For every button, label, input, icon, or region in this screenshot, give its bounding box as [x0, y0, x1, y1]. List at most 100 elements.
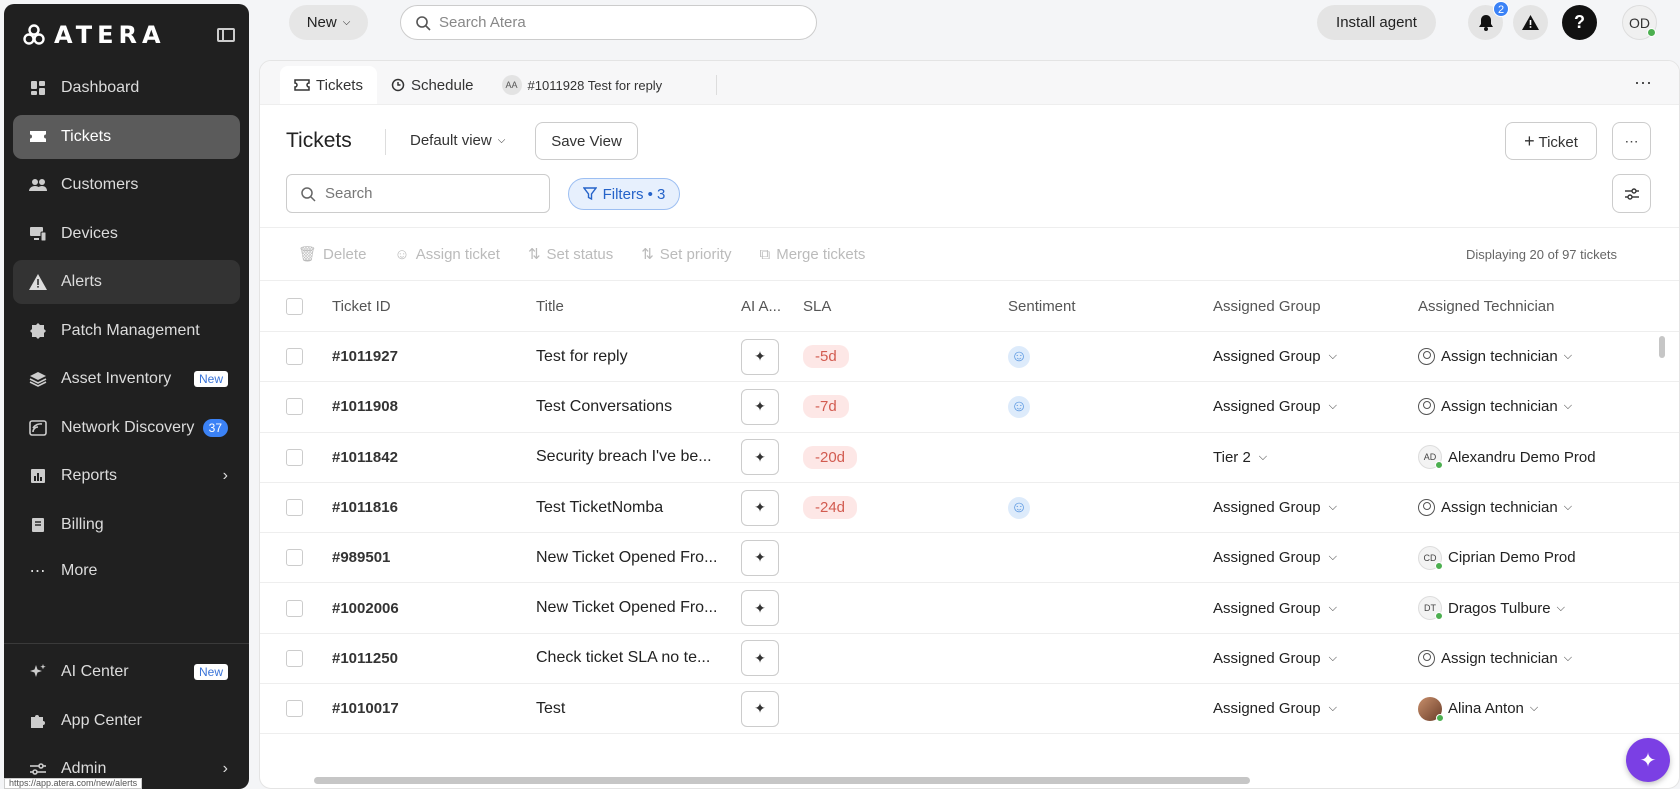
table-row[interactable]: #1002006 New Ticket Opened Fro... ✦ Assigne… — [260, 583, 1679, 634]
ai-assist-button[interactable]: ✦ — [741, 539, 779, 576]
row-checkbox[interactable] — [286, 649, 303, 667]
ticket-id[interactable]: #1011927 — [332, 332, 512, 381]
sidebar-item-app-center[interactable]: App Center — [13, 699, 240, 743]
tabs-more-icon[interactable]: ⋯ — [1634, 73, 1653, 94]
horizontal-scrollbar[interactable] — [314, 777, 1250, 784]
sidebar-item-alerts[interactable]: Alerts — [13, 260, 240, 304]
filters-chip[interactable]: Filters • 3 — [568, 178, 680, 210]
assigned-group-dropdown[interactable]: Assigned Group ⌵ — [1213, 382, 1413, 431]
tab-schedule[interactable]: Schedule — [377, 66, 488, 104]
ai-assist-button[interactable]: ✦ — [741, 690, 779, 727]
ticket-title[interactable]: New Ticket Opened Fro... — [536, 533, 726, 582]
column-header-assigned-group[interactable]: Assigned Group — [1213, 282, 1413, 331]
table-row[interactable]: #1011927 Test for reply ✦ -5d ☺ Assigned Grou… — [260, 332, 1679, 383]
table-row[interactable]: #1011908 Test Conversations ✦ -7d ☺ Assigned … — [260, 382, 1679, 433]
ticket-search-input[interactable] — [325, 185, 525, 202]
assigned-group-dropdown[interactable]: Assigned Group ⌵ — [1213, 332, 1413, 381]
view-selector[interactable]: Default view ⌵ — [410, 132, 505, 149]
ticket-title[interactable]: Test — [536, 684, 726, 733]
ticket-id[interactable]: #1010017 — [332, 684, 512, 733]
global-search-input[interactable] — [439, 14, 799, 31]
column-header-title[interactable]: Title — [536, 282, 726, 331]
tab-ticket-1011928[interactable]: AA #1011928 Test for reply — [488, 66, 677, 104]
ticket-id[interactable]: #1011250 — [332, 634, 512, 683]
ai-assistant-button[interactable]: ✦ — [1626, 738, 1670, 782]
ticket-title[interactable]: Test Conversations — [536, 382, 726, 431]
table-row[interactable]: #1010017 Test ✦ Assigned Group ⌵ Alina Anton ⌵ — [260, 684, 1679, 735]
ticket-title[interactable]: Test TicketNomba — [536, 483, 726, 532]
add-ticket-button[interactable]: + Ticket — [1505, 122, 1597, 160]
assigned-technician-dropdown[interactable]: Assign technician ⌵ — [1418, 332, 1658, 381]
assigned-group-dropdown[interactable]: Tier 2 ⌵ — [1213, 433, 1413, 482]
select-all-checkbox[interactable] — [286, 298, 303, 315]
sidebar-item-billing[interactable]: Billing — [13, 503, 240, 547]
table-row[interactable]: #1011816 Test TicketNomba ✦ -24d ☺ Assigned G… — [260, 483, 1679, 534]
ai-assist-button[interactable]: ✦ — [741, 489, 779, 526]
ai-assist-button[interactable]: ✦ — [741, 439, 779, 476]
column-header-sentiment[interactable]: Sentiment — [1008, 282, 1108, 331]
set-status-action[interactable]: ⇅ Set status — [528, 245, 613, 264]
alerts-button[interactable] — [1513, 5, 1548, 40]
row-checkbox[interactable] — [286, 700, 303, 718]
help-button[interactable]: ? — [1562, 5, 1597, 40]
ticket-id[interactable]: #1011842 — [332, 433, 512, 482]
row-checkbox[interactable] — [286, 599, 303, 617]
ticket-title[interactable]: New Ticket Opened Fro... — [536, 583, 726, 632]
save-view-button[interactable]: Save View — [535, 122, 638, 160]
assigned-group-dropdown[interactable]: Assigned Group ⌵ — [1213, 634, 1413, 683]
sidebar-item-patch-management[interactable]: Patch Management — [13, 309, 240, 353]
assigned-group-dropdown[interactable]: Assigned Group ⌵ — [1213, 583, 1413, 632]
new-button[interactable]: New ⌵ — [289, 5, 368, 40]
header-more-button[interactable]: ⋯ — [1612, 122, 1651, 160]
notifications-button[interactable]: 2 — [1468, 1, 1509, 40]
tab-tickets[interactable]: Tickets — [280, 66, 377, 104]
sidebar-item-devices[interactable]: Devices — [13, 212, 240, 256]
vertical-scrollbar[interactable] — [1659, 336, 1665, 358]
collapse-sidebar-icon[interactable] — [217, 28, 235, 42]
row-checkbox[interactable] — [286, 549, 303, 567]
row-checkbox[interactable] — [286, 499, 303, 517]
merge-action[interactable]: ⧉ Merge tickets — [760, 246, 866, 263]
ticket-id[interactable]: #989501 — [332, 533, 512, 582]
assigned-technician-dropdown[interactable]: Alina Anton ⌵ — [1418, 684, 1658, 733]
table-row[interactable]: #1011250 Check ticket SLA no te... ✦ Assign… — [260, 634, 1679, 685]
global-search[interactable] — [400, 5, 817, 40]
table-row[interactable]: #1011842 Security breach I've be... ✦ -20d T… — [260, 433, 1679, 483]
install-agent-button[interactable]: Install agent — [1317, 5, 1436, 40]
row-checkbox[interactable] — [286, 348, 303, 366]
ai-assist-button[interactable]: ✦ — [741, 338, 779, 375]
assigned-technician-dropdown[interactable]: CD Ciprian Demo Prod — [1418, 533, 1658, 582]
column-header-sla[interactable]: SLA — [803, 282, 923, 331]
assigned-technician-dropdown[interactable]: Assign technician ⌵ — [1418, 483, 1658, 532]
sidebar-item-ai-center[interactable]: AI Center New — [13, 650, 240, 694]
row-checkbox[interactable] — [286, 448, 303, 466]
column-header-ai[interactable]: AI A... — [741, 282, 789, 331]
sidebar-item-network-discovery[interactable]: Network Discovery 37 — [13, 406, 240, 450]
column-header-assigned-technician[interactable]: Assigned Technician — [1418, 282, 1658, 331]
ticket-title[interactable]: Check ticket SLA no te... — [536, 634, 726, 683]
assigned-group-dropdown[interactable]: Assigned Group ⌵ — [1213, 533, 1413, 582]
ticket-title[interactable]: Security breach I've be... — [536, 433, 726, 482]
assigned-group-dropdown[interactable]: Assigned Group ⌵ — [1213, 684, 1413, 733]
sidebar-item-dashboard[interactable]: Dashboard — [13, 66, 240, 110]
sidebar-item-tickets[interactable]: Tickets — [13, 114, 240, 159]
ai-assist-button[interactable]: ✦ — [741, 388, 779, 425]
column-header-ticket-id[interactable]: Ticket ID — [332, 282, 512, 331]
ticket-id[interactable]: #1002006 — [332, 583, 512, 632]
ai-assist-button[interactable]: ✦ — [741, 640, 779, 677]
assigned-technician-dropdown[interactable]: DT Dragos Tulbure ⌵ — [1418, 583, 1658, 632]
sidebar-item-reports[interactable]: Reports › — [13, 454, 240, 498]
set-priority-action[interactable]: ⇅ Set priority — [641, 245, 731, 264]
row-checkbox[interactable] — [286, 398, 303, 416]
ticket-id[interactable]: #1011908 — [332, 382, 512, 431]
sidebar-item-customers[interactable]: Customers — [13, 163, 240, 207]
assigned-group-dropdown[interactable]: Assigned Group ⌵ — [1213, 483, 1413, 532]
assign-action[interactable]: ☺ Assign ticket — [394, 246, 500, 263]
assigned-technician-dropdown[interactable]: Assign technician ⌵ — [1418, 634, 1658, 683]
ticket-title[interactable]: Test for reply — [536, 332, 726, 381]
delete-action[interactable]: 🗑 Delete — [298, 245, 366, 264]
ticket-search[interactable] — [286, 174, 550, 213]
table-row[interactable]: #989501 New Ticket Opened Fro... ✦ Assigned… — [260, 533, 1679, 584]
user-avatar[interactable]: OD — [1622, 5, 1657, 40]
assigned-technician-dropdown[interactable]: Assign technician ⌵ — [1418, 382, 1658, 431]
